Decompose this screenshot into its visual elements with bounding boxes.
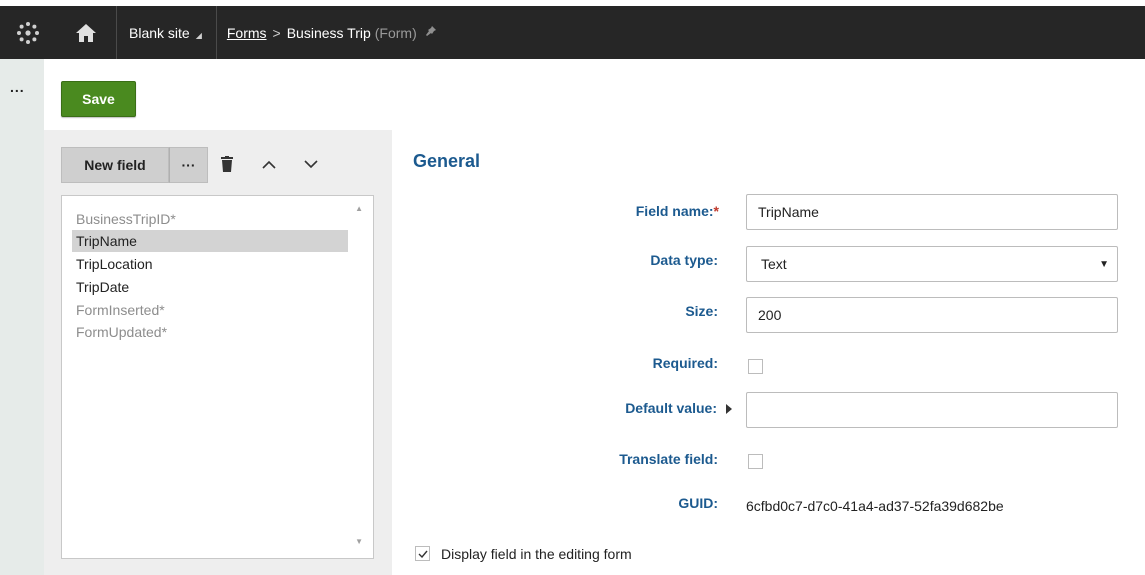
field-item-formupdated[interactable]: FormUpdated* xyxy=(72,321,348,343)
pin-icon[interactable] xyxy=(425,25,437,40)
guid-label: GUID: xyxy=(678,495,718,511)
expand-arrow-icon[interactable] xyxy=(726,404,732,414)
breadcrumb-separator: > xyxy=(272,24,281,41)
required-checkbox[interactable] xyxy=(748,359,763,374)
field-item-businesstripid[interactable]: BusinessTripID* xyxy=(72,208,348,230)
chevron-down-icon[interactable] xyxy=(300,150,322,178)
size-label: Size: xyxy=(685,303,718,319)
site-label: Blank site xyxy=(129,24,190,41)
save-button[interactable]: Save xyxy=(61,81,136,117)
display-field-label: Display field in the editing form xyxy=(441,546,632,562)
translate-field-label: Translate field: xyxy=(619,451,718,467)
site-selector[interactable]: Blank site ◢ xyxy=(117,6,216,59)
dropdown-caret-icon: ▼ xyxy=(1099,258,1109,270)
data-type-value: Text xyxy=(761,256,787,272)
required-mark: * xyxy=(713,203,719,219)
trash-icon[interactable] xyxy=(219,150,235,178)
scroll-up-arrow[interactable]: ▲ xyxy=(355,204,363,213)
data-type-select[interactable]: Text ▼ xyxy=(746,246,1118,282)
site-dropdown-icon: ◢ xyxy=(195,30,202,40)
field-item-tripdate[interactable]: TripDate xyxy=(72,276,348,298)
data-type-label: Data type: xyxy=(650,252,718,268)
guid-value: 6cfbd0c7-d7c0-41a4-ad37-52fa39d682be xyxy=(746,498,1004,514)
more-actions-button[interactable]: ··· xyxy=(169,147,208,183)
more-options-icon[interactable]: ... xyxy=(10,79,25,95)
required-label: Required: xyxy=(652,355,718,371)
home-icon xyxy=(76,23,96,42)
app-logo-icon xyxy=(17,21,39,44)
section-title: General xyxy=(413,151,481,171)
side-strip: ... xyxy=(0,59,44,575)
breadcrumb: Forms > Business Trip (Form) xyxy=(217,6,437,59)
display-field-checkbox[interactable] xyxy=(415,546,430,561)
field-list[interactable]: BusinessTripID* TripName TripLocation Tr… xyxy=(61,195,374,559)
translate-field-checkbox[interactable] xyxy=(748,454,763,469)
new-field-button[interactable]: New field xyxy=(61,147,169,183)
top-bar: Blank site ◢ Forms > Business Trip (Form… xyxy=(0,0,1145,60)
field-item-tripname[interactable]: TripName xyxy=(72,230,348,252)
field-name-label: Field name:* xyxy=(635,203,719,219)
field-item-forminserted[interactable]: FormInserted* xyxy=(72,299,348,321)
field-name-input[interactable]: TripName xyxy=(746,194,1118,230)
field-item-triplocation[interactable]: TripLocation xyxy=(72,253,348,275)
chevron-up-icon[interactable] xyxy=(258,150,280,178)
checkmark-icon xyxy=(418,550,428,558)
app-logo[interactable] xyxy=(0,6,56,59)
scroll-down-arrow[interactable]: ▼ xyxy=(355,537,363,546)
default-value-label: Default value: xyxy=(625,400,717,416)
header: Blank site ◢ Forms > Business Trip (Form… xyxy=(0,6,1145,59)
breadcrumb-type: (Form) xyxy=(374,24,417,41)
home-button[interactable] xyxy=(56,6,116,59)
size-input[interactable]: 200 xyxy=(746,297,1118,333)
breadcrumb-current: Business Trip xyxy=(286,24,371,41)
default-value-input[interactable] xyxy=(746,392,1118,428)
breadcrumb-forms-link[interactable]: Forms xyxy=(227,25,267,41)
